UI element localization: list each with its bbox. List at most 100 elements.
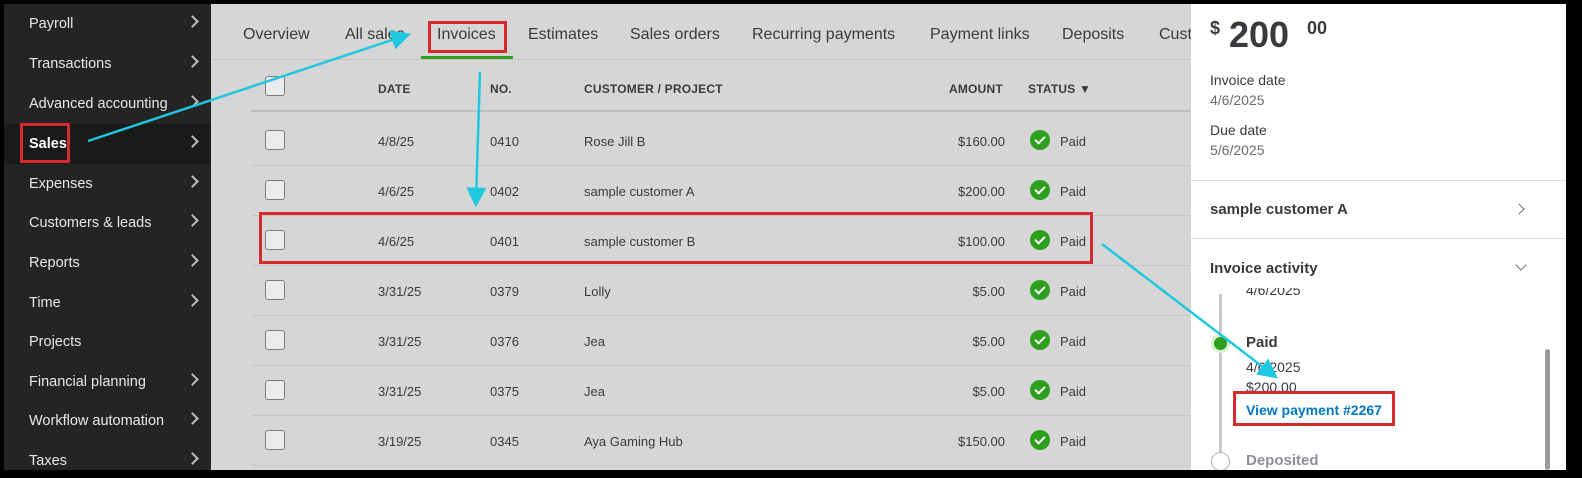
chevron-down-icon[interactable] [1515,259,1527,271]
invoice-date-label: Invoice date [1210,72,1286,88]
row-checkbox[interactable] [265,130,285,150]
paid-check-icon [1030,330,1050,350]
paid-check-icon [1030,230,1050,250]
timeline-paid-amount: $200.00 [1246,379,1297,395]
sidebar-item-reports[interactable]: Reports [4,243,211,283]
chevron-right-icon [186,294,199,307]
sidebar-item-label: Projects [29,334,82,350]
chevron-right-icon [186,95,199,108]
sidebar-item-label: Sales [29,136,67,152]
sidebar-item-workflow-automation[interactable]: Workflow automation [4,401,211,441]
cell-date: 4/6/25 [378,234,415,249]
invoice-date-value: 4/6/2025 [1210,92,1265,108]
chevron-right-icon [186,214,199,227]
column-header-status[interactable]: STATUS ▼ [1028,82,1091,96]
due-date-label: Due date [1210,122,1267,138]
cell-status: Paid [1060,284,1087,299]
row-checkbox[interactable] [265,380,285,400]
cell-no: 0379 [490,284,519,299]
customer-link[interactable]: sample customer A [1210,201,1348,218]
sidebar-item-financial-planning[interactable]: Financial planning [4,362,211,402]
cell-amount: $160.00 [958,134,1005,149]
cell-customer: sample customer B [584,234,696,249]
sidebar-item-time[interactable]: Time [4,283,211,323]
paid-check-icon [1030,380,1050,400]
select-all-checkbox[interactable] [265,76,285,96]
cell-status: Paid [1060,184,1087,199]
cell-no: 0345 [490,434,519,449]
tab-invoices[interactable]: Invoices [437,26,496,44]
row-checkbox[interactable] [265,230,285,250]
sidebar-item-projects[interactable]: Projects [4,322,211,362]
cell-customer: Jea [584,334,605,349]
divider [1191,180,1566,181]
row-checkbox[interactable] [265,330,285,350]
view-payment-link[interactable]: View payment #2267 [1246,402,1382,418]
table-row[interactable]: 3/31/25 0376 Jea $5.00 Paid [251,316,1191,366]
timeline-deposited-label: Deposited [1246,452,1319,469]
timeline-paid-date: 4/6/2025 [1246,359,1301,375]
tab-customers[interactable]: Cust [1159,26,1191,44]
cell-status: Paid [1060,134,1087,149]
tab-all-sales[interactable]: All sales [345,26,405,44]
table-row[interactable]: 3/31/25 0379 Lolly $5.00 Paid [251,266,1191,316]
sidebar-item-label: Taxes [29,453,67,469]
sidebar-item-label: Workflow automation [29,413,165,429]
tab-payment-links[interactable]: Payment links [930,26,1030,44]
sidebar-item-transactions[interactable]: Transactions [4,44,211,84]
cell-no: 0401 [490,234,519,249]
row-checkbox[interactable] [265,430,285,450]
chevron-right-icon [186,175,199,188]
tab-sales-orders[interactable]: Sales orders [630,26,720,44]
cell-no: 0376 [490,334,519,349]
tab-overview[interactable]: Overview [243,26,310,44]
deposited-status-icon [1211,452,1230,470]
cell-customer: Jea [584,384,605,399]
paid-check-icon [1030,280,1050,300]
amount-whole: 200 [1229,14,1290,55]
table-row[interactable]: 4/6/25 0401 sample customer B $100.00 Paid [251,216,1191,266]
column-header-customer[interactable]: CUSTOMER / PROJECT [584,82,723,96]
chevron-right-icon [186,452,199,465]
sidebar-item-taxes[interactable]: Taxes [4,441,211,470]
cell-date: 4/6/25 [378,184,415,199]
chevron-right-icon [186,373,199,386]
amount-cents: 00 [1307,18,1328,38]
cell-date: 3/19/25 [378,434,422,449]
column-header-date[interactable]: DATE [378,82,411,96]
table-row[interactable]: 3/19/25 0345 Aya Gaming Hub $150.00 Paid [251,416,1191,466]
cell-amount: $5.00 [972,384,1005,399]
tab-estimates[interactable]: Estimates [528,26,598,44]
row-checkbox[interactable] [265,280,285,300]
paid-status-icon [1211,334,1230,353]
sidebar-item-sales[interactable]: Sales [4,124,211,164]
sidebar-item-customers-leads[interactable]: Customers & leads [4,203,211,243]
chevron-right-icon [186,15,199,28]
sidebar-item-expenses[interactable]: Expenses [4,164,211,204]
sidebar-item-label: Time [29,295,61,311]
column-header-no[interactable]: NO. [490,82,512,96]
tab-deposits[interactable]: Deposits [1062,26,1124,44]
column-header-amount[interactable]: AMOUNT [949,82,1003,96]
sidebar-item-payroll[interactable]: Payroll [4,4,211,44]
divider [1191,238,1566,239]
cell-customer: sample customer A [584,184,695,199]
chevron-right-icon[interactable] [1513,203,1525,215]
table-row[interactable]: 4/6/25 0402 sample customer A $200.00 Paid [251,166,1191,216]
paid-check-icon [1030,430,1050,450]
row-checkbox[interactable] [265,180,285,200]
sidebar-item-advanced-accounting[interactable]: Advanced accounting [4,84,211,124]
paid-check-icon [1030,180,1050,200]
sidebar-item-label: Transactions [29,56,112,72]
invoice-activity-toggle[interactable]: Invoice activity [1210,260,1318,277]
panel-scrollbar[interactable] [1545,349,1550,470]
tab-recurring-payments[interactable]: Recurring payments [752,26,895,44]
table-row[interactable]: 4/8/25 0410 Rose Jill B $160.00 Paid [251,116,1191,166]
currency-symbol: $ [1210,18,1221,38]
table-row[interactable]: 3/31/25 0375 Jea $5.00 Paid [251,366,1191,416]
chevron-right-icon [186,135,199,148]
cell-date: 3/31/25 [378,384,422,399]
chevron-right-icon [186,412,199,425]
due-date-value: 5/6/2025 [1210,142,1265,158]
cell-date: 3/31/25 [378,284,422,299]
